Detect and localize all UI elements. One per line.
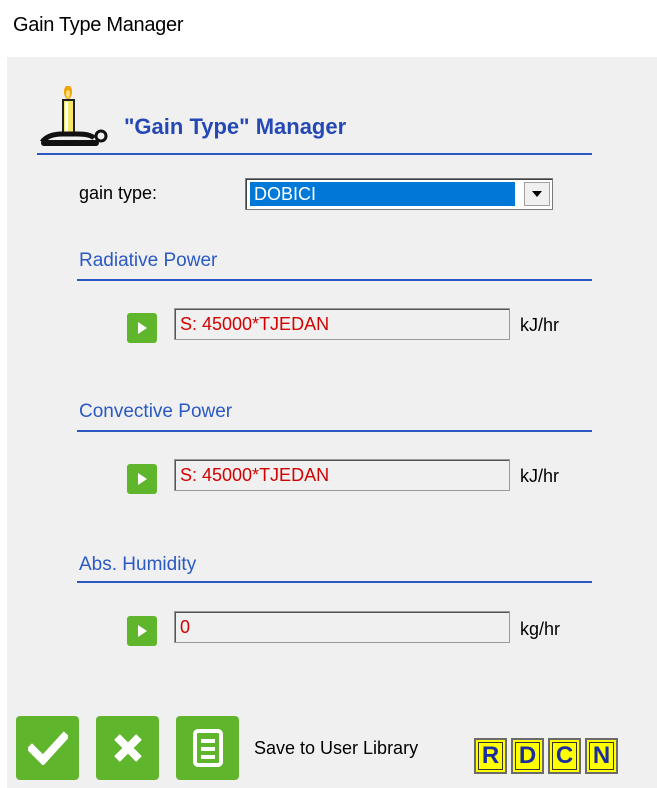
abs-humidity-title: Abs. Humidity <box>79 554 197 575</box>
save-button[interactable] <box>176 716 239 780</box>
cancel-button[interactable] <box>96 716 159 780</box>
abs-humidity-field[interactable]: 0 <box>174 611 510 643</box>
radiative-power-title: Radiative Power <box>79 250 218 271</box>
c-button[interactable]: C <box>548 738 581 774</box>
save-document-icon <box>192 729 223 767</box>
radiative-power-unit: kJ/hr <box>520 315 560 335</box>
header-divider <box>37 153 592 155</box>
play-icon <box>138 473 147 485</box>
r-button[interactable]: R <box>474 738 507 774</box>
play-icon <box>138 322 147 334</box>
check-icon <box>27 731 68 765</box>
close-icon <box>113 734 142 762</box>
abs-humidity-unit: kg/hr <box>520 619 561 639</box>
n-button[interactable]: N <box>585 738 618 774</box>
gain-type-label: gain type: <box>79 183 158 203</box>
manager-title: "Gain Type" Manager <box>124 114 347 139</box>
gain-type-select[interactable]: DOBICI <box>245 178 553 210</box>
gain-type-selected-value: DOBICI <box>250 182 515 206</box>
window-title: Gain Type Manager <box>13 14 184 36</box>
convective-power-unit: kJ/hr <box>520 466 560 486</box>
convective-power-title: Convective Power <box>79 401 233 422</box>
radiative-power-divider <box>77 279 592 281</box>
convective-power-play-button[interactable] <box>127 464 157 494</box>
dropdown-arrow-icon[interactable] <box>524 182 550 206</box>
convective-power-divider <box>77 430 592 432</box>
save-to-user-library-label: Save to User Library <box>254 738 419 758</box>
d-button[interactable]: D <box>511 738 544 774</box>
play-icon <box>138 625 147 637</box>
abs-humidity-play-button[interactable] <box>127 616 157 646</box>
abs-humidity-divider <box>77 581 592 583</box>
radiative-power-play-button[interactable] <box>127 313 157 343</box>
convective-power-field[interactable]: S: 45000*TJEDAN <box>174 459 510 491</box>
candle-icon <box>40 86 108 146</box>
radiative-power-field[interactable]: S: 45000*TJEDAN <box>174 308 510 340</box>
ok-button[interactable] <box>16 716 79 780</box>
